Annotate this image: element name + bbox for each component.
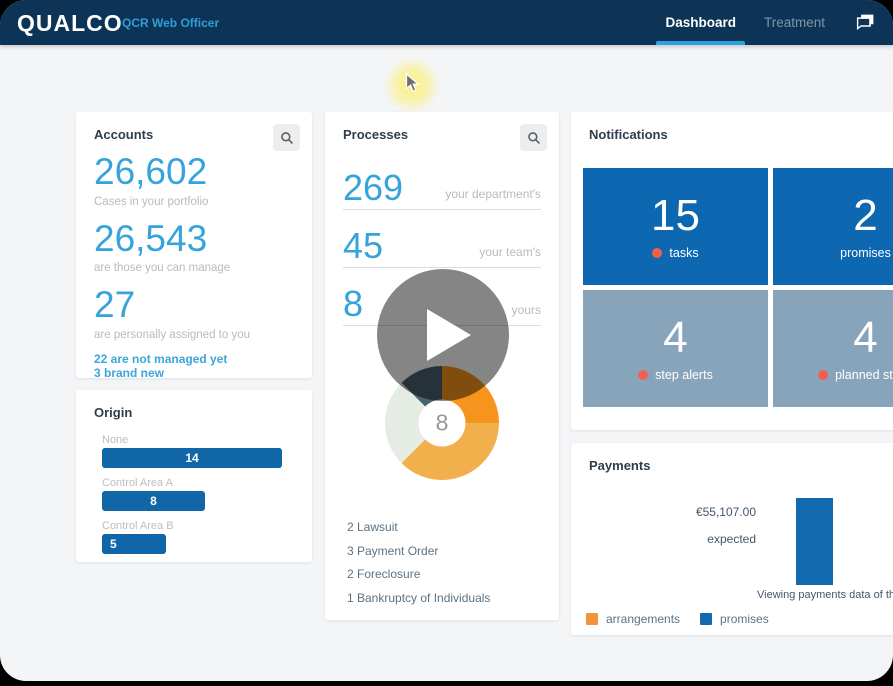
list-item: 3 Payment Order: [347, 540, 490, 564]
alert-dot: [818, 370, 828, 380]
app-name: QCR Web Officer: [122, 16, 219, 30]
tile-planned-steps[interactable]: 4 planned steps: [773, 290, 893, 407]
tile-tasks[interactable]: 15 tasks: [583, 168, 768, 285]
payments-caption: Viewing payments data of the: [757, 589, 893, 601]
mouse-cursor: [384, 57, 440, 113]
brand-new-link[interactable]: 3 brand new: [94, 366, 294, 380]
notifications-card: Notifications 15 tasks 2 promises 4 ste: [571, 112, 893, 430]
cursor-arrow-icon: [405, 73, 420, 94]
notifications-title: Notifications: [589, 127, 668, 142]
play-button[interactable]: [377, 269, 509, 401]
tile-step-alerts[interactable]: 4 step alerts: [583, 290, 768, 407]
stat-assigned-label: are personally assigned to you: [94, 329, 294, 341]
origin-title: Origin: [94, 405, 132, 420]
tab-dashboard[interactable]: Dashboard: [665, 0, 736, 45]
process-yours-value: 8: [343, 286, 363, 322]
tasks-label: tasks: [669, 246, 698, 260]
payments-annotation: €55,107.00 expected: [571, 505, 756, 546]
legend-swatch: [700, 613, 712, 625]
legend-label: promises: [720, 612, 769, 626]
process-row: 45 your team's: [343, 210, 541, 268]
stat-portfolio-value: 26,602: [94, 152, 294, 193]
nav-tabs: Dashboard Treatment: [665, 0, 877, 45]
list-item: 2 Foreclosure: [347, 563, 490, 587]
step-alerts-count: 4: [663, 316, 687, 360]
stat-manage-label: are those you can manage: [94, 262, 294, 274]
process-department-value: 269: [343, 170, 403, 206]
cursor-highlight-glow: [384, 57, 440, 113]
origin-row: Control Area A 8: [102, 477, 302, 511]
processes-search-button[interactable]: [520, 124, 547, 151]
processes-breakdown-list: 2 Lawsuit 3 Payment Order 2 Foreclosure …: [347, 516, 490, 610]
origin-category-label: Control Area B: [102, 520, 302, 532]
active-tab-underline: [656, 41, 745, 45]
accounts-search-button[interactable]: [273, 124, 300, 151]
origin-bar-fill: 8: [102, 491, 205, 511]
donut-center-value: 8: [419, 400, 466, 447]
tab-treatment-label: Treatment: [764, 15, 825, 30]
planned-steps-count: 4: [853, 316, 877, 360]
tab-dashboard-label: Dashboard: [665, 15, 736, 30]
list-item: 1 Bankruptcy of Individuals: [347, 587, 490, 611]
accounts-title: Accounts: [94, 127, 153, 142]
stat-portfolio-label: Cases in your portfolio: [94, 196, 294, 208]
process-team-label: your team's: [479, 245, 541, 259]
payments-card: Payments €55,107.00 expected Viewing pay…: [571, 443, 893, 635]
tile-promises[interactable]: 2 promises: [773, 168, 893, 285]
qualco-logo: QUALCO: [17, 10, 123, 37]
promises-label: promises: [840, 246, 891, 260]
origin-row: Control Area B 5: [102, 520, 302, 554]
search-icon: [527, 131, 541, 145]
origin-bar-fill: 14: [102, 448, 282, 468]
origin-bar-chart: None 14 Control Area A 8 Control Area B …: [102, 434, 302, 563]
notification-tiles: 15 tasks 2 promises 4 step alerts: [583, 168, 893, 407]
step-alerts-label: step alerts: [655, 368, 713, 382]
process-department-label: your department's: [445, 187, 541, 201]
payments-legend: arrangements promises: [586, 612, 769, 626]
legend-label: arrangements: [606, 612, 680, 626]
accounts-links: 22 are not managed yet 3 brand new: [94, 352, 294, 381]
payments-title: Payments: [589, 458, 650, 473]
process-row: 269 your department's: [343, 152, 541, 210]
alert-dot: [638, 370, 648, 380]
process-team-value: 45: [343, 228, 383, 264]
planned-steps-label: planned steps: [835, 368, 893, 382]
search-icon: [280, 131, 294, 145]
legend-swatch: [586, 613, 598, 625]
process-yours-label: yours: [512, 303, 541, 317]
play-icon: [427, 309, 471, 361]
origin-row: None 14: [102, 434, 302, 468]
origin-category-label: None: [102, 434, 302, 446]
expected-label: expected: [571, 532, 756, 546]
origin-card: Origin None 14 Control Area A 8 Control …: [76, 390, 312, 562]
origin-category-label: Control Area A: [102, 477, 302, 489]
promises-bar: [796, 498, 833, 585]
stat-manage-value: 26,543: [94, 219, 294, 260]
processes-title: Processes: [343, 127, 408, 142]
alert-dot: [652, 248, 662, 258]
list-item: 2 Lawsuit: [347, 516, 490, 540]
legend-item-promises: promises: [700, 612, 769, 626]
chat-icon[interactable]: [853, 11, 877, 35]
legend-item-arrangements: arrangements: [586, 612, 680, 626]
top-navbar: QUALCO QCR Web Officer Dashboard Treatme…: [0, 0, 893, 45]
promises-count: 2: [853, 194, 877, 238]
not-managed-link[interactable]: 22 are not managed yet: [94, 352, 294, 366]
expected-amount: €55,107.00: [571, 505, 756, 519]
tasks-count: 15: [651, 194, 700, 238]
tab-treatment[interactable]: Treatment: [764, 0, 825, 45]
accounts-card: Accounts 26,602 Cases in your portfolio …: [76, 112, 312, 378]
dashboard-app: QUALCO QCR Web Officer Dashboard Treatme…: [0, 0, 893, 681]
origin-bar-fill: 5: [102, 534, 166, 554]
stat-assigned-value: 27: [94, 285, 294, 326]
accounts-stats: 26,602 Cases in your portfolio 26,543 ar…: [94, 152, 294, 381]
